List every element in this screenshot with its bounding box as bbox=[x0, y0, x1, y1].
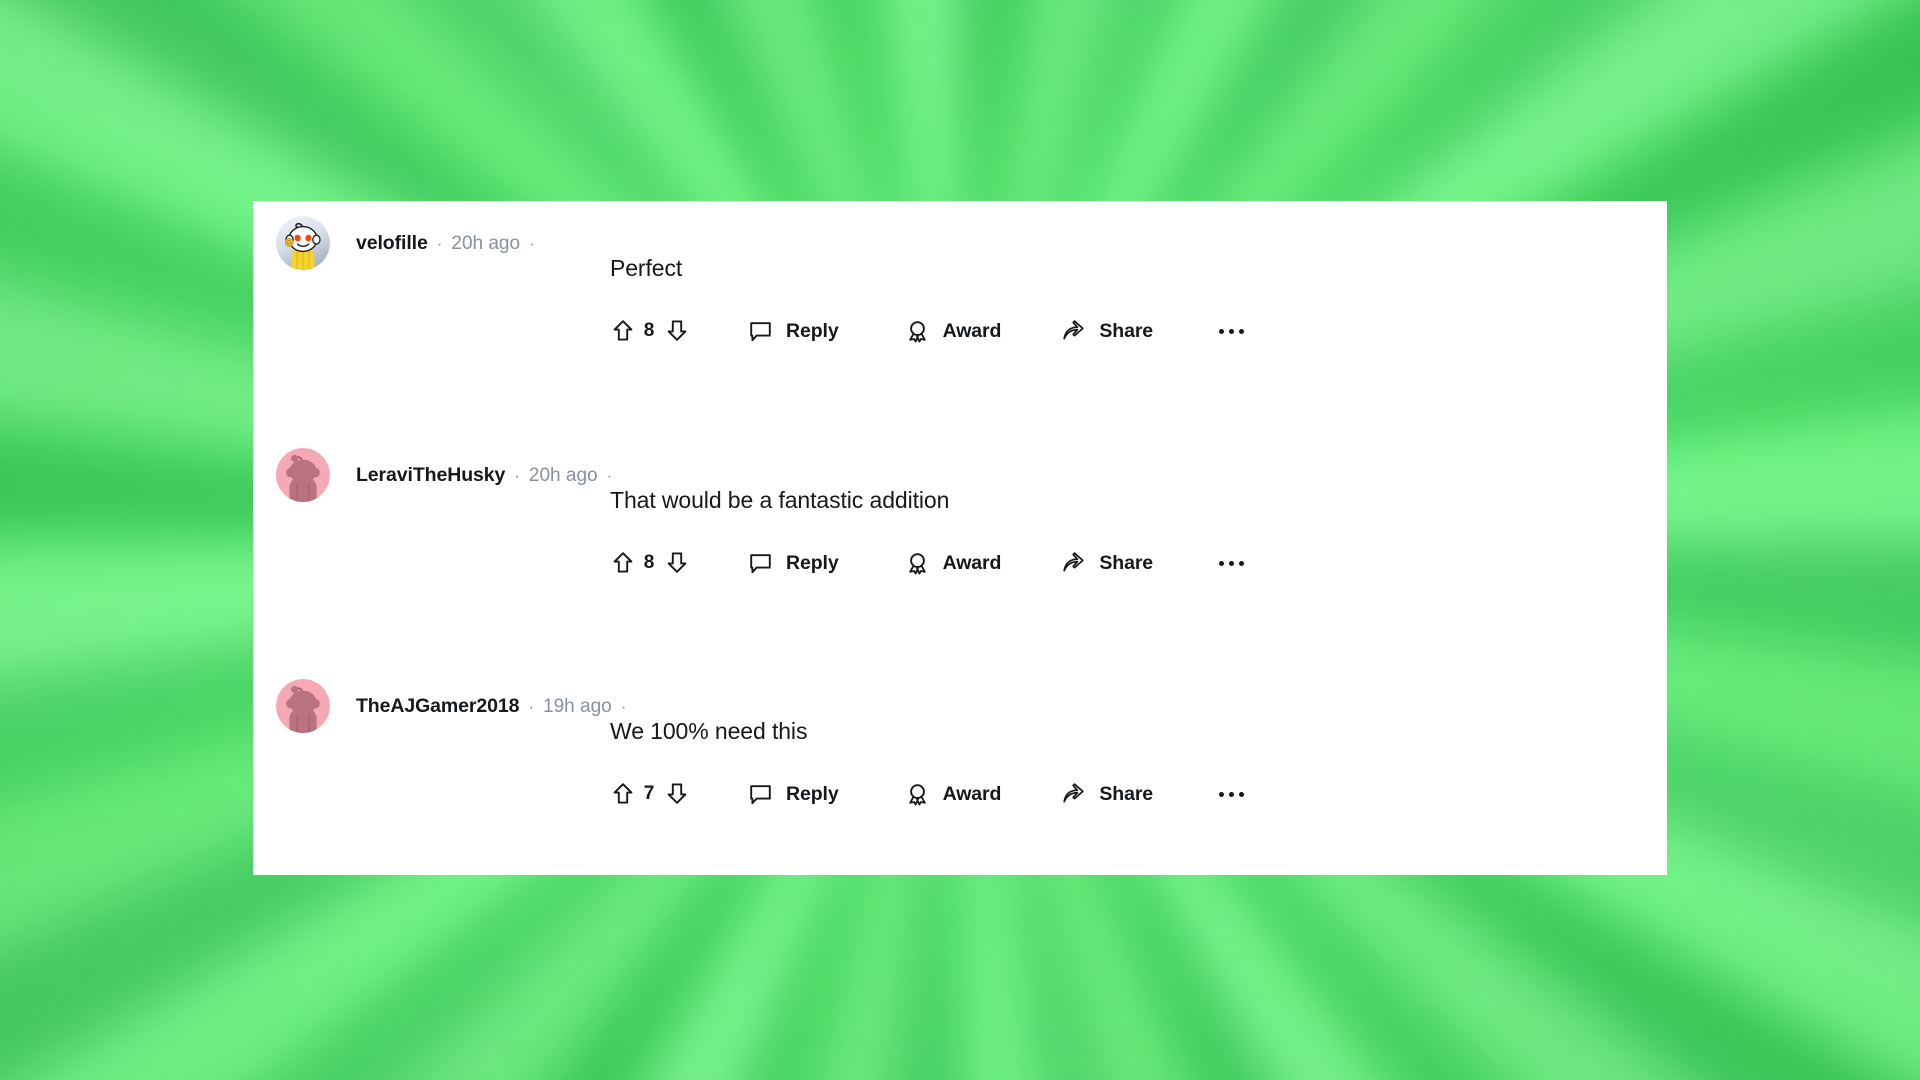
downvote-arrow-icon bbox=[667, 783, 687, 804]
share-arrow-icon bbox=[1063, 551, 1085, 571]
speech-bubble-icon bbox=[750, 321, 771, 341]
comment-actions: 7 Reply Award Share bbox=[608, 777, 1248, 811]
reply-label: Reply bbox=[786, 551, 839, 574]
award-medal-icon bbox=[908, 783, 926, 805]
comment-author[interactable]: TheAJGamer2018 bbox=[356, 695, 519, 718]
share-label: Share bbox=[1099, 319, 1154, 342]
downvote-arrow-icon bbox=[667, 552, 687, 573]
comment-timestamp: 20h ago bbox=[451, 232, 521, 254]
upvote-arrow-icon bbox=[613, 783, 633, 804]
overflow-dot bbox=[1219, 560, 1225, 566]
comment-body: Perfect bbox=[610, 255, 683, 281]
share-button[interactable]: Share bbox=[1061, 782, 1153, 807]
upvote-arrow-icon bbox=[613, 552, 633, 573]
overflow-dot bbox=[1239, 791, 1245, 797]
comment-meta: TheAJGamer2018 · 19h ago · bbox=[356, 695, 635, 718]
award-medal-icon bbox=[908, 320, 926, 342]
share-arrow-icon bbox=[1063, 782, 1085, 802]
award-label: Award bbox=[942, 782, 1002, 805]
overflow-dot bbox=[1219, 328, 1225, 334]
share-label: Share bbox=[1099, 782, 1154, 805]
snoo-avatar-gold-icon bbox=[276, 216, 330, 270]
vote-group: 7 bbox=[608, 779, 692, 809]
speech-bubble-icon bbox=[750, 784, 771, 804]
share-button[interactable]: Share bbox=[1061, 319, 1153, 344]
vote-count: 8 bbox=[643, 552, 655, 573]
comment-header: velofille · 20h ago · bbox=[276, 211, 544, 275]
comment-meta: LeraviTheHusky · 20h ago · bbox=[356, 464, 621, 487]
vote-count: 8 bbox=[643, 320, 655, 341]
vote-group: 8 bbox=[608, 316, 692, 346]
avatar[interactable] bbox=[276, 679, 330, 733]
snoo-avatar-pink-icon bbox=[276, 679, 330, 733]
award-button[interactable]: Award bbox=[905, 319, 1002, 344]
comment-actions: 8 Reply Award Share bbox=[608, 546, 1248, 580]
comment-body: We 100% need this bbox=[610, 718, 808, 744]
comment-meta: velofille · 20h ago · bbox=[356, 232, 544, 255]
comment-author[interactable]: velofille bbox=[356, 232, 428, 255]
comment-timestamp: 20h ago bbox=[528, 464, 598, 486]
meta-separator: · bbox=[514, 465, 520, 485]
avatar[interactable] bbox=[276, 448, 330, 502]
upvote-button[interactable] bbox=[608, 548, 638, 578]
reply-label: Reply bbox=[786, 319, 839, 342]
downvote-button[interactable] bbox=[662, 316, 692, 346]
award-label: Award bbox=[942, 551, 1002, 574]
comment-header: LeraviTheHusky · 20h ago · bbox=[276, 443, 621, 507]
snoo-avatar-pink-icon bbox=[276, 448, 330, 502]
comment-author[interactable]: LeraviTheHusky bbox=[356, 464, 505, 487]
meta-separator: · bbox=[620, 696, 627, 716]
award-button[interactable]: Award bbox=[905, 551, 1002, 576]
award-medal-icon bbox=[908, 552, 926, 574]
meta-separator: · bbox=[528, 696, 535, 716]
more-options-button[interactable] bbox=[1215, 560, 1248, 566]
reply-button[interactable]: Reply bbox=[748, 551, 839, 576]
reply-button[interactable]: Reply bbox=[748, 782, 839, 807]
upvote-button[interactable] bbox=[608, 779, 638, 809]
vote-count: 7 bbox=[643, 783, 655, 804]
vote-group: 8 bbox=[608, 548, 692, 578]
reply-button[interactable]: Reply bbox=[748, 319, 839, 344]
meta-separator: · bbox=[529, 233, 535, 253]
meta-separator: · bbox=[436, 233, 443, 253]
more-options-button[interactable] bbox=[1215, 791, 1248, 797]
comment-header: TheAJGamer2018 · 19h ago · bbox=[276, 674, 635, 738]
overflow-dot bbox=[1239, 328, 1245, 334]
more-options-button[interactable] bbox=[1215, 328, 1248, 334]
speech-bubble-icon bbox=[750, 553, 771, 573]
share-label: Share bbox=[1099, 551, 1154, 574]
overflow-dot bbox=[1229, 560, 1235, 566]
overflow-dot bbox=[1229, 791, 1235, 797]
downvote-button[interactable] bbox=[662, 548, 692, 578]
comment-actions: 8 Reply Award Share bbox=[608, 314, 1248, 348]
downvote-arrow-icon bbox=[667, 320, 687, 341]
overflow-dot bbox=[1219, 791, 1225, 797]
award-label: Award bbox=[942, 319, 1002, 342]
comments-card: velofille · 20h ago · Perfect 8 Reply Aw… bbox=[253, 201, 1667, 875]
upvote-button[interactable] bbox=[608, 316, 638, 346]
meta-separator: · bbox=[606, 465, 613, 485]
comment-body: That would be a fantastic addition bbox=[610, 487, 950, 513]
avatar[interactable] bbox=[276, 216, 330, 270]
overflow-dot bbox=[1229, 328, 1235, 334]
overflow-dot bbox=[1239, 560, 1245, 566]
share-button[interactable]: Share bbox=[1061, 551, 1153, 576]
award-button[interactable]: Award bbox=[905, 782, 1002, 807]
downvote-button[interactable] bbox=[662, 779, 692, 809]
comment-timestamp: 19h ago bbox=[543, 695, 612, 717]
reply-label: Reply bbox=[786, 782, 839, 805]
share-arrow-icon bbox=[1063, 319, 1085, 339]
upvote-arrow-icon bbox=[613, 320, 633, 341]
